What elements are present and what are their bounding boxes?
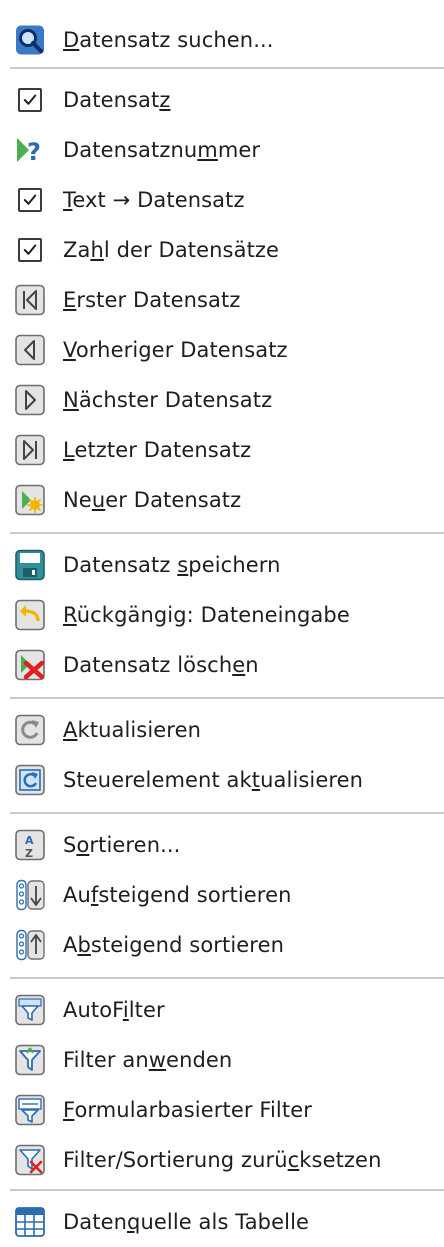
menu-item-label: Formularbasierter Filter <box>63 1098 312 1122</box>
menu-separator <box>10 532 444 534</box>
checked-checkbox-icon <box>18 188 42 212</box>
records-menu: Datensatz suchen... Datensatz? Datensatznu… <box>0 0 444 1239</box>
menu-item-label: Letzter Datensatz <box>63 438 252 462</box>
menu-item-datenquelle-als-tabelle[interactable]: Datenquelle als Tabelle <box>0 1197 444 1247</box>
menu-item-label: Zahl der Datensätze <box>63 238 280 262</box>
menu-item-letzter-datensatz[interactable]: Letzter Datensatz <box>0 425 444 475</box>
record-number-icon: ? <box>14 134 46 166</box>
menu-item-label: Datensatznummer <box>63 138 261 162</box>
sort-ascending-icon <box>14 879 46 911</box>
datasource-table-icon <box>14 1206 46 1238</box>
menu-item-sortieren[interactable]: A Z Sortieren... <box>0 820 444 870</box>
sort-descending-icon <box>14 929 46 961</box>
save-record-icon <box>14 549 46 581</box>
menu-item-nächster-datensatz[interactable]: Nächster Datensatz <box>0 375 444 425</box>
menu-item-label: Rückgängig: Dateneingabe <box>63 603 350 627</box>
previous-record-icon <box>14 334 46 366</box>
menu-item-label: Filter/Sortierung zurücksetzen <box>63 1148 382 1172</box>
menu-item-label: AutoFilter <box>63 998 165 1022</box>
checkbox-icon <box>14 84 46 116</box>
checked-checkbox-icon <box>18 88 42 112</box>
new-record-icon <box>14 484 46 516</box>
next-record-icon <box>14 384 46 416</box>
menu-item-formularbasierter-filter[interactable]: Formularbasierter Filter <box>0 1085 444 1135</box>
menu-item-label: Datensatz suchen... <box>63 28 274 52</box>
svg-text:Z: Z <box>25 847 33 860</box>
menu-item-label: Erster Datensatz <box>63 288 241 312</box>
menu-item-vorheriger-datensatz[interactable]: Vorheriger Datensatz <box>0 325 444 375</box>
delete-record-icon <box>14 649 46 681</box>
menu-item-aktualisieren[interactable]: Aktualisieren <box>0 705 444 755</box>
menu-item-steuerelement-aktualisieren[interactable]: Steuerelement aktualisieren <box>0 755 444 805</box>
menu-item-label: Nächster Datensatz <box>63 388 273 412</box>
checked-checkbox-icon <box>18 238 42 262</box>
menu-item-neuer-datensatz[interactable]: Neuer Datensatz <box>0 475 444 525</box>
undo-icon <box>14 599 46 631</box>
menu-item-label: Absteigend sortieren <box>63 933 285 957</box>
menu-separator <box>10 697 444 699</box>
menu-item-autofilter[interactable]: AutoFilter <box>0 985 444 1035</box>
menu-item-datensatz-löschen[interactable]: Datensatz löschen <box>0 640 444 690</box>
menu-item-label: Datensatz löschen <box>63 653 259 677</box>
menu-item-label: Datenquelle als Tabelle <box>63 1210 310 1234</box>
form-filter-icon <box>14 1094 46 1126</box>
menu-item-label: Datensatz <box>63 88 171 112</box>
last-record-icon <box>14 434 46 466</box>
menu-item-label: Vorheriger Datensatz <box>63 338 288 362</box>
menu-item-aufsteigend-sortieren[interactable]: Aufsteigend sortieren <box>0 870 444 920</box>
menu-item-label: Neuer Datensatz <box>63 488 242 512</box>
menu-item-label: Filter anwenden <box>63 1048 233 1072</box>
apply-filter-icon <box>14 1044 46 1076</box>
menu-item-label: Aktualisieren <box>63 718 202 742</box>
reset-filter-icon <box>14 1144 46 1176</box>
menu-separator <box>10 1189 444 1191</box>
menu-separator <box>10 67 444 69</box>
menu-separator <box>10 977 444 979</box>
svg-text:A: A <box>25 834 34 847</box>
checkbox-icon <box>14 234 46 266</box>
refresh-control-icon <box>14 764 46 796</box>
menu-item-label: Sortieren... <box>63 833 181 857</box>
menu-item-datensatznummer[interactable]: ? Datensatznummer <box>0 125 444 175</box>
menu-item-filter-anwenden[interactable]: Filter anwenden <box>0 1035 444 1085</box>
menu-item-zahl-der-datensätze[interactable]: Zahl der Datensätze <box>0 225 444 275</box>
menu-item-datensatz[interactable]: Datensatz <box>0 75 444 125</box>
svg-text:?: ? <box>27 138 41 166</box>
menu-separator <box>10 812 444 814</box>
menu-item-rückgängig-dateneingabe[interactable]: Rückgängig: Dateneingabe <box>0 590 444 640</box>
menu-item-datensatz-speichern[interactable]: Datensatz speichern <box>0 540 444 590</box>
menu-item-absteigend-sortieren[interactable]: Absteigend sortieren <box>0 920 444 970</box>
menu-item-text-datensatz[interactable]: Text → Datensatz <box>0 175 444 225</box>
menu-item-label: Steuerelement aktualisieren <box>63 768 364 792</box>
menu-item-label: Datensatz speichern <box>63 553 281 577</box>
checkbox-icon <box>14 184 46 216</box>
autofilter-icon <box>14 994 46 1026</box>
first-record-icon <box>14 284 46 316</box>
menu-item-datensatz-suchen[interactable]: Datensatz suchen... <box>0 15 444 65</box>
refresh-icon <box>14 714 46 746</box>
menu-item-label: Text → Datensatz <box>63 188 245 212</box>
sort-dialog-icon: AZ <box>14 829 46 861</box>
menu-item-label: Aufsteigend sortieren <box>63 883 292 907</box>
magnifier-icon <box>14 24 46 56</box>
menu-item-filter-sortierung-zurücksetzen[interactable]: Filter/Sortierung zurücksetzen <box>0 1135 444 1185</box>
menu-item-erster-datensatz[interactable]: Erster Datensatz <box>0 275 444 325</box>
